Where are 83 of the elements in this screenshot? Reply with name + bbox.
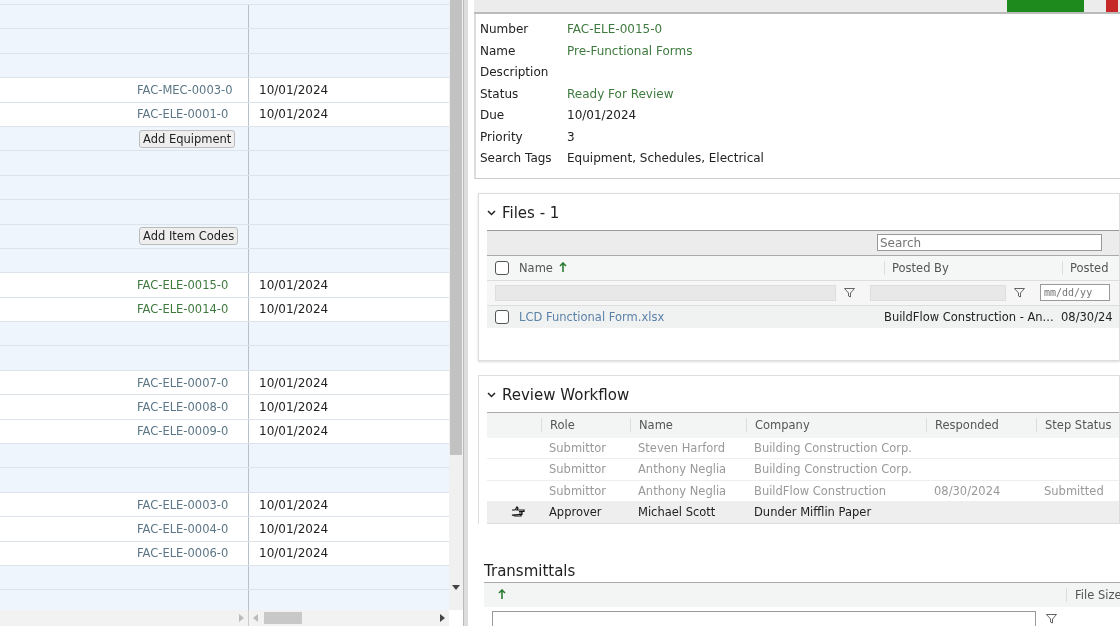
date-filter-field[interactable]: mm/dd/yy [1040,284,1110,301]
date-cell: 10/01/2024 [259,107,329,122]
filter-field[interactable] [492,610,1036,626]
field-label: Due [480,107,506,124]
filter-icon[interactable] [844,287,855,298]
table-cell-text: Building Construction Corp. [753,462,913,477]
field-label: Search Tags [480,150,553,167]
field-value: 10/01/2024 [567,107,638,124]
column-header[interactable]: Company [746,418,926,432]
table-cell-text: Approver [548,505,603,520]
column-header[interactable]: Role [541,418,630,432]
table-cell-text: BuildFlow Construction [753,483,887,498]
checkbox[interactable] [495,260,509,275]
chevron-icon[interactable] [487,209,496,216]
sort-ascending-icon[interactable] [498,589,506,600]
sort-ascending-icon[interactable] [558,262,567,273]
item-number-link[interactable]: FAC-ELE-0009-0 [137,424,229,439]
table-cell-text: Submittor [548,440,608,455]
date-cell: 10/01/2024 [259,521,329,536]
table-cell-text: 08/30/24 [1060,309,1113,324]
date-cell: 10/01/2024 [259,278,329,292]
date-cell: 10/01/2024 [259,424,329,439]
field-label: Description [480,64,550,81]
item-number-link[interactable]: FAC-MEC-0003-0 [137,82,233,97]
item-number-link[interactable]: FAC-ELE-0014-0 [137,302,229,317]
item-number-link[interactable]: FAC-ELE-0015-0 [137,278,229,292]
table-cell-text: BuildFlow Construction - An... [883,309,1054,324]
table-cell-text: Michael Scott [637,505,717,520]
section-title: Files - 1 [502,203,560,222]
section-title: Transmittals [484,561,577,580]
field-value: 3 [567,128,576,146]
filter-icon[interactable] [1046,613,1057,624]
search-field[interactable]: Search [877,234,1102,251]
pointing-hand-icon [511,506,525,519]
date-cell: 10/01/2024 [259,399,329,414]
scroll-down-icon[interactable] [452,585,460,590]
table-cell-text: 08/30/2024 [933,483,1002,498]
item-number-link[interactable]: FAC-ELE-0007-0 [137,375,229,390]
table-cell-text: Anthony Neglia [637,483,728,498]
field-value[interactable]: FAC-ELE-0015-0 [567,19,1120,41]
item-number-link[interactable]: FAC-ELE-0006-0 [137,546,229,561]
item-number-link[interactable]: FAC-ELE-0003-0 [137,497,229,512]
table-cell-text: Submitted [1043,483,1105,498]
date-cell: 10/01/2024 [259,302,329,317]
table-cell-text: Submittor [548,462,608,477]
date-cell: 10/01/2024 [259,375,329,390]
table-cell-text: Building Construction Corp. [753,440,913,455]
field-label: Status [480,85,520,103]
add-button[interactable]: Add Item Codes [139,227,239,246]
date-cell: 10/01/2024 [259,546,329,561]
checkbox[interactable] [495,309,509,324]
section-title: Review Workflow [502,385,630,404]
field-value[interactable]: Pre-Functional Forms [567,40,1120,62]
table-cell-text: Dunder Mifflin Paper [753,505,873,520]
scroll-right-icon[interactable] [440,614,445,622]
horizontal-scrollbar[interactable] [0,610,449,626]
filter-icon[interactable] [1014,287,1025,298]
field-label: Name [480,42,517,60]
chevron-icon[interactable] [487,391,496,398]
date-cell: 10/01/2024 [259,82,329,97]
item-number-link[interactable]: FAC-ELE-0001-0 [137,107,229,122]
add-button[interactable]: Add Equipment [139,129,236,148]
field-value[interactable]: Ready For Review [567,83,1120,105]
column-header[interactable]: Name [519,260,553,275]
table-cell-text: Steven Harford [637,440,727,455]
column-header[interactable]: Name [630,418,746,432]
field-value: Equipment, Schedules, Electrical [567,150,765,167]
item-number-link[interactable]: FAC-ELE-0004-0 [137,521,229,536]
table-cell-text: Anthony Neglia [637,462,728,477]
field-label: Priority [480,128,524,146]
table-cell-text: Submittor [548,483,608,498]
vertical-scrollbar[interactable] [449,0,463,610]
scroll-thumb[interactable] [450,0,462,455]
file-link[interactable]: LCD Functional Form.xlsx [519,309,877,324]
column-header[interactable]: Posted By [885,260,1063,275]
column-header[interactable]: Step Status [1036,418,1119,432]
field-label: Number [480,21,530,38]
column-header[interactable]: File Size [1066,587,1120,602]
item-number-link[interactable]: FAC-ELE-0008-0 [137,399,229,414]
date-cell: 10/01/2024 [259,497,329,512]
scroll-thumb[interactable] [264,612,302,624]
column-header[interactable]: Posted [1063,260,1109,275]
column-header[interactable]: Responded [926,418,1036,432]
